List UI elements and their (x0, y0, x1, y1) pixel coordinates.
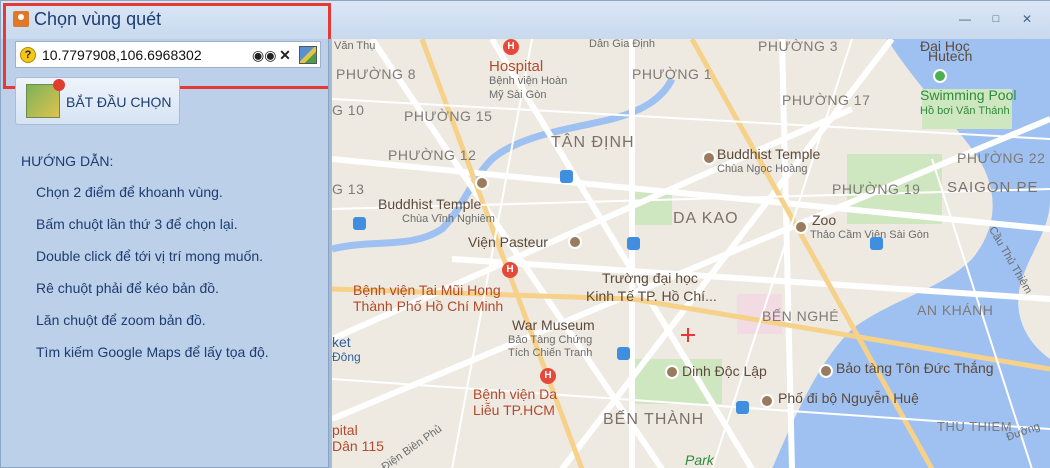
map-label: BẾN THÀNH (603, 411, 705, 428)
bus-stop-icon[interactable] (627, 237, 640, 250)
map-label: Phố đi bộ Nguyễn Huệ (778, 390, 919, 406)
map-label: Hồ bơi Văn Thánh (920, 105, 1010, 117)
map-label: THU THIEM (937, 419, 1013, 434)
map-label: Viện Pasteur (468, 234, 548, 250)
bus-stop-icon[interactable] (353, 217, 366, 230)
temple-pin-icon[interactable] (475, 176, 489, 190)
hospital-pin-icon[interactable]: H (503, 39, 519, 55)
map-label: Chùa Ngọc Hoàng (717, 163, 808, 175)
map-label: PHƯỜNG 22 (957, 150, 1046, 166)
map-label: pital (332, 422, 358, 438)
guide-item: Bấm chuột lần thứ 3 để chọn lại. (36, 216, 238, 232)
map-label: SAIGON PE (947, 179, 1039, 196)
guide-item: Lăn chuột để zoom bản đồ. (36, 312, 206, 328)
map-label: PHƯỜNG 19 (832, 181, 921, 197)
guide-item: Rê chuột phải để kéo bản đồ. (36, 280, 219, 296)
help-icon[interactable]: ? (20, 47, 36, 63)
landmark-pin-icon[interactable] (760, 394, 774, 408)
location-pin-icon (13, 11, 29, 27)
minimize-icon[interactable]: — (956, 11, 974, 27)
map-label: Mỹ Sài Gòn (489, 89, 547, 101)
maximize-icon[interactable]: □ (987, 11, 1005, 27)
hospital-pin-icon[interactable]: H (502, 262, 518, 278)
map-label: Swimming Pool (920, 87, 1017, 103)
map-select-icon (26, 79, 65, 118)
title-bar[interactable]: Chọn vùng quét — □ ✕ (1, 1, 1050, 39)
map-label: G 13 (332, 181, 365, 197)
close-window-icon[interactable]: ✕ (1018, 11, 1036, 27)
clear-icon[interactable]: ✕ (276, 46, 294, 64)
map-label: Dân 115 (332, 438, 384, 454)
museum-pin-icon[interactable] (568, 235, 582, 249)
guide-item: Double click để tới vị trí mong muốn. (36, 248, 264, 264)
map-label: Hutech (928, 48, 973, 64)
map-label: Văn Thụ (334, 40, 376, 52)
map-label: ket (332, 334, 351, 350)
map-label: Đông (332, 350, 361, 364)
map-label: TÂN ĐỊNH (551, 134, 635, 151)
map-label: Trường đại học (602, 270, 698, 286)
map-label: Bệnh viện Hoàn (489, 75, 568, 87)
map-label: AN KHÁNH (917, 302, 994, 318)
bus-stop-icon[interactable] (560, 170, 573, 183)
start-select-button[interactable]: BẮT ĐẦU CHỌN (15, 77, 180, 125)
map-label: Tích Chiến Tranh (508, 347, 593, 359)
park-pin-icon[interactable] (933, 69, 947, 83)
map-label: PHƯỜNG 15 (404, 108, 493, 124)
map-label: G 10 (332, 102, 365, 118)
map-label: Park (685, 452, 714, 468)
map-label: Bệnh viện Tai Mũi Hong (353, 282, 501, 298)
map-label: PHƯỜNG 1 (632, 66, 713, 82)
map-label: Dinh Độc Lập (682, 363, 767, 379)
map-label: War Museum (512, 317, 595, 333)
app-window: Chọn vùng quét — □ ✕ ? ◉◉ ✕ BẮT ĐẦU CHỌN… (0, 0, 1050, 468)
map-label: Buddhist Temple (378, 196, 482, 212)
start-select-label: BẮT ĐẦU CHỌN (66, 94, 172, 110)
coordinate-bar: ? ◉◉ ✕ (15, 41, 321, 68)
map-label: Buddhist Temple (717, 146, 821, 162)
map-background (332, 39, 1050, 468)
bus-stop-icon[interactable] (870, 237, 883, 250)
hospital-pin-icon[interactable]: H (540, 368, 556, 384)
bus-stop-icon[interactable] (736, 401, 749, 414)
map-label: Hospital (489, 58, 544, 75)
zoo-pin-icon[interactable] (794, 220, 808, 234)
window-title: Chọn vùng quét (34, 9, 162, 29)
guide-item: Tìm kiếm Google Maps để lấy tọa độ. (36, 344, 269, 360)
map-label: Dân Gia Định (589, 39, 656, 50)
guide-list: Chọn 2 điểm để khoanh vùng. Bấm chuột lầ… (36, 184, 269, 376)
map-label: Bảo Tàng Chứng (508, 334, 593, 346)
guide-item: Chọn 2 điểm để khoanh vùng. (36, 184, 223, 200)
map-label: PHƯỜNG 3 (758, 39, 839, 54)
map-view-icon[interactable] (299, 46, 317, 64)
map-label: BẾN NGHÉ (762, 308, 840, 324)
temple-pin-icon[interactable] (702, 151, 716, 165)
map-label: PHƯỜNG 17 (782, 92, 871, 108)
map-label: DA KAO (673, 210, 739, 227)
map-label: Zoo (812, 212, 837, 228)
map-label: Thành Phố Hồ Chí Minh (353, 298, 504, 314)
map-view[interactable]: Văn Thụ PHƯỜNG 8 G 10 PHƯỜNG 15 PHƯỜNG 1… (332, 39, 1050, 468)
map-label: Kinh Tế TP. Hồ Chí... (586, 288, 717, 304)
binoculars-search-icon[interactable]: ◉◉ (252, 46, 276, 64)
map-label: Bệnh viện Da (473, 386, 558, 402)
map-label: Liễu TP.HCM (473, 402, 555, 418)
coordinate-input[interactable] (42, 45, 247, 65)
map-label: Bảo tàng Tôn Đức Thắng (836, 360, 994, 376)
map-label: Chùa Vĩnh Nghiêm (402, 213, 495, 225)
crosshair-icon (681, 328, 695, 342)
landmark-pin-icon[interactable] (665, 365, 679, 379)
guide-title: HƯỚNG DẪN: (21, 153, 114, 169)
museum-pin-icon[interactable] (819, 364, 833, 378)
map-label: PHƯỜNG 8 (336, 66, 417, 82)
map-label: PHƯỜNG 12 (388, 147, 477, 163)
bus-stop-icon[interactable] (617, 347, 630, 360)
